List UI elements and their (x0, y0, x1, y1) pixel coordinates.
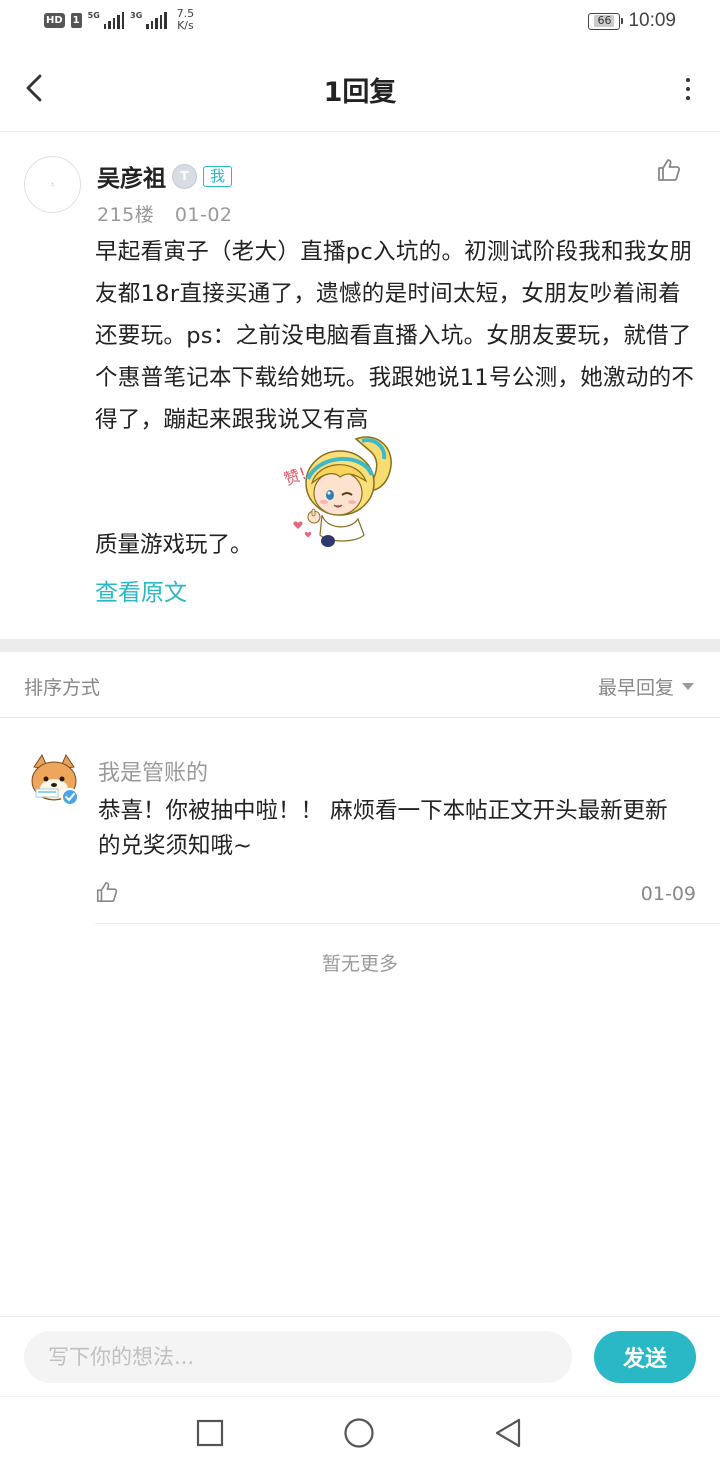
reply-divider (95, 923, 720, 924)
battery-icon: 66 (588, 12, 624, 30)
more-options-button[interactable] (678, 74, 698, 104)
square-icon (196, 1419, 224, 1447)
me-badge: 我 (203, 165, 233, 187)
recents-button[interactable] (194, 1417, 226, 1449)
sort-selected: 最早回复 (597, 677, 674, 699)
header: 1回复 (0, 44, 720, 132)
thumbs-up-icon (96, 881, 118, 903)
reply-author[interactable]: 我是管账的 (98, 755, 208, 787)
thumbs-up-girl-sticker: 赞! (278, 431, 402, 555)
more-dots-icon (686, 78, 690, 82)
author-row: 吴彦祖 T 我 (97, 159, 233, 193)
reply-avatar[interactable] (26, 753, 82, 809)
battery-level: 66 (594, 15, 615, 27)
reply-content: 恭喜！你被抽中啦！！ 麻烦看一下本帖正文开头最新更新的兑奖须知哦~ (98, 798, 668, 859)
post-date: 01-02 (174, 204, 233, 226)
sort-dropdown[interactable]: 最早回复 (598, 673, 694, 700)
sticker-text: 赞! (281, 464, 309, 490)
status-bar: HD 1 5G 3G 7.5 K/s 66 10:09 (0, 0, 720, 44)
floor-number: 215楼 (97, 204, 155, 226)
author-avatar[interactable]: ♮ (24, 156, 81, 213)
view-original-link[interactable]: 查看原文 (95, 573, 187, 607)
like-post-button[interactable] (656, 157, 682, 183)
signal-5g-icon: 5G (88, 11, 125, 29)
avatar-placeholder-icon: ♮ (51, 180, 54, 189)
reply-item: 我是管账的 恭喜！你被抽中啦！！ 麻烦看一下本帖正文开头最新更新的兑奖须知哦~ … (0, 718, 720, 924)
status-left: HD 1 5G 3G 7.5 K/s (44, 8, 194, 32)
original-post: ♮ 吴彦祖 T 我 215楼 01-02 早起看寅子（老大）直播pc入坑的。初测… (0, 133, 720, 639)
status-right: 66 10:09 (588, 10, 676, 32)
back-nav-button[interactable] (492, 1417, 524, 1449)
sort-label: 排序方式 (24, 677, 101, 699)
system-nav-bar (0, 1396, 720, 1469)
post-content: 早起看寅子（老大）直播pc入坑的。初测试阶段我和我女朋友都18r直接买通了，遗憾… (95, 239, 695, 433)
level-badge-icon: T (172, 163, 197, 189)
post-content-end: 质量游戏玩了。 (95, 532, 253, 558)
caret-down-icon (682, 683, 694, 690)
send-button[interactable]: 发送 (594, 1331, 696, 1383)
hd-indicator: HD (44, 12, 65, 28)
clock: 10:09 (628, 10, 676, 31)
thumbs-up-icon (658, 159, 681, 181)
comment-input[interactable] (24, 1331, 572, 1383)
circle-icon (344, 1418, 374, 1448)
section-divider (0, 639, 720, 652)
comment-bar: 发送 (0, 1316, 720, 1396)
network-speed: 7.5 K/s (176, 7, 195, 32)
page-title: 1回复 (323, 77, 397, 108)
post-meta: 215楼 01-02 (97, 200, 233, 227)
sim-indicator: 1 (70, 12, 82, 28)
sort-bar: 排序方式 最早回复 (0, 652, 720, 718)
home-button[interactable] (343, 1417, 375, 1449)
reply-date: 01-09 (640, 883, 696, 905)
like-reply-button[interactable] (95, 880, 119, 904)
triangle-back-icon (495, 1418, 521, 1448)
signal-3g-icon: 3G (130, 11, 167, 29)
author-name[interactable]: 吴彦祖 (97, 159, 166, 193)
no-more-label: 暂无更多 (321, 953, 398, 975)
